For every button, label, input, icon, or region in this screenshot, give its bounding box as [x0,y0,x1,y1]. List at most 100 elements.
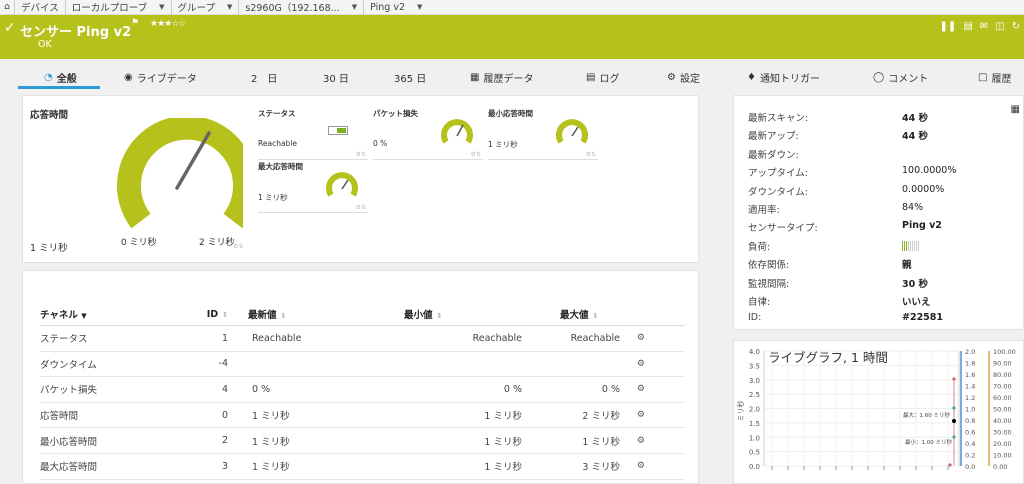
breadcrumb-item-sensor[interactable]: Ping v2 ▼ [363,0,428,15]
sort-down-icon[interactable]: ▼ [81,312,86,320]
load-bar-icon [902,240,920,251]
refresh-icon[interactable]: ↻ [1012,21,1020,32]
table-row[interactable]: パケット損失 4 0 % 0 % 0 % ⚙ [40,376,685,403]
chevron-down-icon[interactable]: ▼ [352,3,357,11]
column-header-id[interactable]: ID ⇕ [176,307,228,326]
tab-label: ログ [599,74,620,85]
share-icon[interactable]: ◫ [995,21,1004,32]
cell-channel[interactable]: 最大応答時間 [40,453,176,480]
tab-label: 30 日 [323,74,349,85]
tab-365days[interactable]: 365 日 [394,70,426,85]
chevron-down-icon[interactable]: ▼ [159,3,164,11]
sort-icon[interactable]: ⇕ [222,311,228,319]
tab-live-data[interactable]: ◉ ライブデータ [124,70,197,85]
status-gauge: ステータス Reachable ⚙⇅ [258,108,368,160]
broadcast-icon: ◉ [124,72,133,83]
gauge-value: Reachable [258,139,298,148]
breadcrumb-item-group[interactable]: グループ ▼ [170,0,239,15]
tab-settings[interactable]: ⚙ 設定 [667,70,700,85]
column-header-channel[interactable]: チャネル ▼ [40,307,176,326]
gauge-min-label: 0 ミリ秒 [121,238,157,248]
tab-label: 履歴 [991,74,1012,85]
info-row: 最新ダウン: [748,147,1018,165]
home-icon[interactable]: ⌂ [0,2,14,12]
tab-label: 履歴データ [483,74,534,85]
tab-2days[interactable]: 2 日 [251,70,277,85]
breadcrumb-item-probe[interactable]: ローカルプローブ ▼ [64,0,171,15]
table-row[interactable]: ダウンタイム -4 ⚙ [40,351,685,378]
gauges-panel: 応答時間 0 ミリ秒 2 ミリ秒 1 ミリ秒 ⚙⇅ ステータス Reachabl… [22,95,699,263]
sort-icon[interactable]: ⇕ [437,312,443,320]
tab-30days[interactable]: 30 日 [323,70,349,85]
table-header-row: チャネル ▼ ID ⇕ 最新値 ⇕ 最小値 ⇕ 最大値 ⇕ [40,307,685,326]
channel-settings-icon[interactable]: ⚙ [620,402,685,429]
y-tick-label: 0.5 [749,449,760,457]
chart-icon: ▦ [470,72,480,83]
gauge-value: 1 ミリ秒 [488,140,518,149]
chevron-down-icon[interactable]: ▼ [417,3,422,11]
cell-last [228,351,384,378]
packet-loss-gauge: パケット損失 0 % ⚙⇅ [373,108,483,160]
cell-channel[interactable]: ダウンタイム [40,351,176,378]
table-row[interactable]: ステータス 1 Reachable Reachable Reachable ⚙ [40,325,685,352]
cell-channel[interactable]: 応答時間 [40,402,176,429]
table-row[interactable]: 最大応答時間 3 1 ミリ秒 1 ミリ秒 3 ミリ秒 ⚙ [40,453,685,480]
channel-settings-icon[interactable]: ⚙ [620,325,685,352]
cell-channel[interactable]: パケット損失 [40,376,176,403]
breadcrumb-label: グループ [177,3,215,14]
gauge-settings-icon[interactable]: ⚙⇅ [586,151,596,158]
channel-settings-icon[interactable]: ⚙ [620,351,685,378]
priority-stars[interactable]: ★★★☆☆ [150,19,186,29]
y-tick-label: 3.0 [749,377,760,385]
y-tick-label: 0.0 [749,463,760,471]
gauge-icon: ◔ [44,72,53,83]
mid-tick-label: 0.2 [965,452,975,460]
column-header-last[interactable]: 最新値 ⇕ [228,307,384,326]
sort-icon[interactable]: ⇕ [593,312,599,320]
sort-icon[interactable]: ⇕ [281,312,287,320]
column-header-min[interactable]: 最小値 ⇕ [384,307,540,326]
channel-settings-icon[interactable]: ⚙ [620,376,685,403]
y-tick-label: 1.5 [749,420,760,428]
channel-settings-icon[interactable]: ⚙ [620,427,685,454]
data-point [952,377,956,381]
gauge-settings-icon[interactable]: ⚙⇅ [471,151,481,158]
gauge-max-label: 2 ミリ秒 [199,238,235,248]
breadcrumb-item-device[interactable]: デバイス [14,0,65,15]
mail-icon[interactable]: ✉ [980,21,988,32]
gear-icon: ⚙ [667,72,676,83]
cell-last: 0 % [228,376,384,403]
cell-id: 3 [176,453,228,480]
document-icon[interactable]: ▤ [963,21,972,32]
info-key: ダウンタイム: [748,186,809,198]
pause-icon[interactable]: ❚❚ [940,21,957,32]
cell-max: 2 ミリ秒 [540,402,620,429]
column-header-max[interactable]: 最大値 ⇕ [540,307,620,326]
cell-id: -4 [176,351,228,378]
cell-channel[interactable]: ステータス [40,325,176,352]
active-tab-indicator [18,86,100,89]
gauge-settings-icon[interactable]: ⚙⇅ [356,204,366,211]
gauge-settings-icon[interactable]: ⚙⇅ [356,151,366,158]
tab-overview[interactable]: ◔ 全般 [44,70,77,85]
breadcrumb-item-device-name[interactable]: s2960G（192.168... ▼ [238,0,363,15]
gauge-settings-icon[interactable]: ⚙⇅ [233,243,243,250]
cell-last: Reachable [228,325,384,352]
tab-historic-data[interactable]: ▦ 履歴データ [470,70,533,85]
table-row[interactable]: 最小応答時間 2 1 ミリ秒 1 ミリ秒 1 ミリ秒 ⚙ [40,427,685,454]
sensor-info-panel: ▦ 最新スキャン: 44 秒最新アップ: 44 秒最新ダウン: アップタイム: 100.… [733,95,1024,330]
tab-log[interactable]: ▤ ログ [586,70,619,85]
table-row[interactable]: 応答時間 0 1 ミリ秒 1 ミリ秒 2 ミリ秒 ⚙ [40,402,685,429]
tab-comments[interactable]: ◯ コメント [873,70,928,85]
tab-history[interactable]: □ 履歴 [978,70,1011,85]
y-axis-label: ミリ秒 [736,401,745,422]
chevron-down-icon[interactable]: ▼ [227,3,232,11]
gauge-needle [175,131,211,190]
header-toolbar: ❚❚ ▤ ✉ ◫ ↻ [940,21,1020,32]
channel-settings-icon[interactable]: ⚙ [620,453,685,480]
flag-icon[interactable]: ⚑ [131,18,139,28]
info-row: 自律: いいえ [748,294,1018,312]
cell-channel[interactable]: 最小応答時間 [40,427,176,454]
info-key: アップタイム: [748,168,809,180]
tab-notification-triggers[interactable]: ♦ 通知トリガー [747,70,820,85]
